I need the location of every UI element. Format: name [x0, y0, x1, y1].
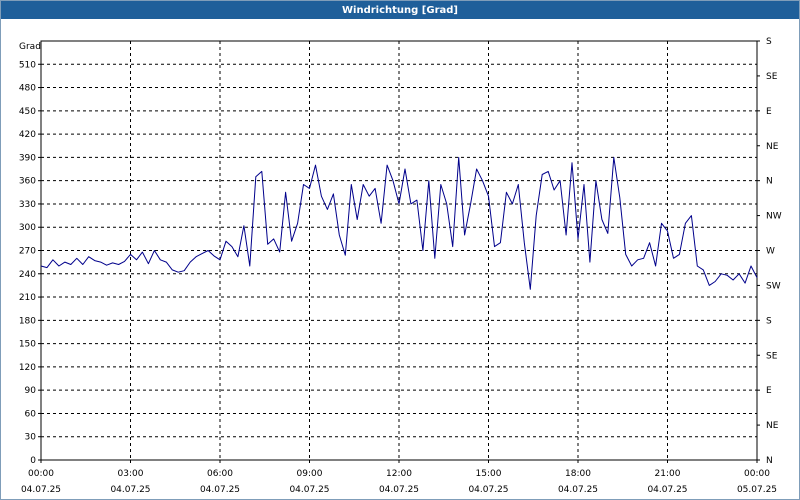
- compass-tick-label: NE: [766, 142, 779, 152]
- compass-tick-label: E: [766, 386, 772, 396]
- y-tick-label: 210: [19, 293, 36, 303]
- y-tick-label: 150: [19, 340, 36, 350]
- x-tick-date-label: 04.07.25: [468, 485, 508, 495]
- y-tick-label: 420: [19, 130, 36, 140]
- x-tick-date-label: 04.07.25: [21, 485, 61, 495]
- y-tick-label: 300: [19, 223, 36, 233]
- x-tick-date-label: 04.07.25: [647, 485, 687, 495]
- compass-tick-label: NE: [766, 421, 779, 431]
- x-tick-date-label: 04.07.25: [558, 485, 598, 495]
- x-tick-date-label: 04.07.25: [289, 485, 329, 495]
- grid: [41, 41, 757, 460]
- x-tick-date-label: 04.07.25: [200, 485, 240, 495]
- x-tick-time-label: 03:00: [118, 469, 144, 479]
- y-tick-label: 240: [19, 270, 36, 280]
- y-tick-label: 360: [19, 177, 36, 187]
- y-tick-label: 510: [19, 60, 36, 70]
- chart-window: Windrichtung [Grad] 0 30 60 90 120 150 180 210 2…: [0, 0, 800, 500]
- x-tick-time-label: 09:00: [297, 469, 323, 479]
- compass-tick-label: SE: [766, 351, 778, 361]
- x-tick-time-label: 12:00: [386, 469, 412, 479]
- y-tick-label: 60: [25, 409, 37, 419]
- y-tick-label: 90: [25, 386, 37, 396]
- compass-tick-label: W: [766, 247, 775, 257]
- x-tick-time-label: 15:00: [476, 469, 502, 479]
- compass-tick-label: N: [766, 177, 773, 187]
- x-tick-time-label: 00:00: [744, 469, 770, 479]
- compass-tick-label: E: [766, 107, 772, 117]
- x-tick-date-label: 04.07.25: [379, 485, 419, 495]
- y-tick-label: 480: [19, 84, 36, 94]
- y-tick-label: 270: [19, 247, 36, 257]
- y-axis-label: Grad: [19, 42, 41, 52]
- compass-tick-label: SW: [766, 281, 781, 291]
- x-tick-time-label: 21:00: [655, 469, 681, 479]
- y-tick-label: 390: [19, 153, 36, 163]
- x-tick-date-label: 05.07.25: [737, 485, 777, 495]
- y-tick-label: 120: [19, 363, 36, 373]
- x-tick-date-label: 04.07.25: [110, 485, 150, 495]
- x-tick-time-label: 00:00: [28, 469, 54, 479]
- y-tick-label: 450: [19, 107, 36, 117]
- y-tick-label: 30: [25, 433, 37, 443]
- compass-tick-label: SE: [766, 72, 778, 82]
- y-tick-label: 0: [30, 456, 36, 466]
- compass-tick-label: N: [766, 456, 773, 466]
- compass-tick-label: S: [766, 37, 772, 47]
- wind-direction-chart: 0 30 60 90 120 150 180 210 240 270 300 330 360 390 420…: [19, 37, 782, 495]
- compass-tick-label: S: [766, 316, 772, 326]
- y-tick-label: 330: [19, 200, 36, 210]
- compass-tick-label: NW: [766, 212, 782, 222]
- y-tick-label: 180: [19, 316, 36, 326]
- x-tick-time-label: 18:00: [565, 469, 591, 479]
- x-tick-time-label: 06:00: [207, 469, 233, 479]
